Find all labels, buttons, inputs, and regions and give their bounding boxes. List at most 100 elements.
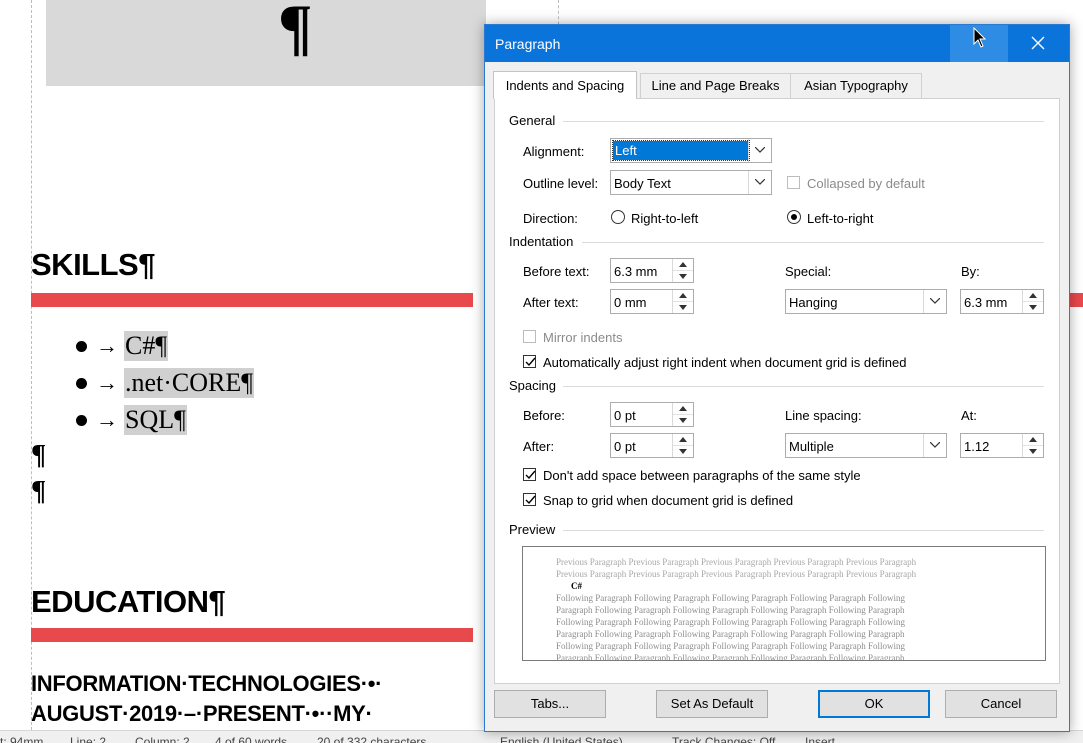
snap-to-grid-label: Snap to grid when document grid is defin… — [543, 493, 794, 508]
close-button[interactable] — [1008, 25, 1069, 62]
chevron-down-icon[interactable] — [923, 434, 946, 457]
mirror-indents-label: Mirror indents — [543, 330, 623, 345]
rule-overflow — [1068, 293, 1083, 307]
paragraph-preview: Previous Paragraph Previous Paragraph Pr… — [522, 546, 1046, 661]
spin-down-icon[interactable] — [673, 415, 693, 426]
right-to-left-label: Right-to-left — [631, 211, 699, 226]
header-block: ¶ — [46, 0, 486, 86]
dialog-titlebar[interactable]: Paragraph — [485, 25, 1069, 62]
collapsed-label: Collapsed by default — [807, 176, 925, 191]
set-as-default-button[interactable]: Set As Default — [656, 690, 768, 718]
indentation-group-label: Indentation — [509, 234, 574, 249]
alignment-dropdown[interactable]: Left — [610, 138, 772, 163]
at-value: 1.12 — [964, 439, 990, 454]
ok-button[interactable]: OK — [818, 690, 930, 718]
tab-arrow-icon: → — [96, 370, 118, 395]
chevron-down-icon[interactable] — [923, 290, 946, 313]
skill-item: → .net·CORE¶ — [76, 366, 255, 400]
chevron-down-icon[interactable] — [748, 171, 771, 194]
spin-up-icon[interactable] — [673, 259, 693, 271]
skill-item: → C#¶ — [76, 329, 169, 363]
preview-previous-line: Previous Paragraph Previous Paragraph Pr… — [556, 569, 917, 579]
by-spinner[interactable]: 6.3 mm — [960, 289, 1044, 314]
tab-indents-and-spacing[interactable]: Indents and Spacing — [493, 71, 637, 99]
spacing-after-spinner[interactable]: 0 pt — [610, 433, 694, 458]
header-pilcrow: ¶ — [278, 0, 313, 62]
empty-paragraph: ¶ — [31, 440, 47, 471]
spin-up-icon[interactable] — [673, 403, 693, 415]
before-text-spinner[interactable]: 6.3 mm — [610, 258, 694, 283]
empty-paragraph: ¶ — [31, 476, 47, 507]
before-text-label: Before text: — [523, 264, 590, 279]
skill-item: → SQL¶ — [76, 403, 187, 437]
outline-level-dropdown[interactable]: Body Text — [610, 170, 772, 195]
collapsed-checkbox[interactable] — [787, 176, 800, 189]
cancel-button[interactable]: Cancel — [945, 690, 1057, 718]
right-to-left-radio[interactable] — [611, 210, 625, 224]
spacing-before-label: Before: — [523, 408, 565, 423]
auto-adjust-checkbox[interactable] — [523, 355, 536, 368]
skill-text: C#¶ — [124, 331, 169, 361]
spin-down-icon[interactable] — [1023, 446, 1043, 457]
spin-down-icon[interactable] — [1023, 302, 1043, 313]
preview-current-text: C# — [571, 581, 582, 591]
spacing-before-spinner[interactable]: 0 pt — [610, 402, 694, 427]
outline-level-label: Outline level: — [523, 176, 599, 191]
left-to-right-radio[interactable] — [787, 210, 801, 224]
preview-previous-line: Previous Paragraph Previous Paragraph Pr… — [556, 557, 917, 567]
spinner-buttons — [672, 403, 693, 426]
spin-up-icon[interactable] — [1023, 434, 1043, 446]
special-dropdown[interactable]: Hanging — [785, 289, 947, 314]
special-label: Special: — [785, 264, 832, 279]
dont-add-space-checkbox[interactable] — [523, 468, 536, 481]
spin-up-icon[interactable] — [1023, 290, 1043, 302]
line-spacing-value: Multiple — [789, 439, 834, 454]
tab-asian-typography[interactable]: Asian Typography — [790, 73, 922, 98]
spin-down-icon[interactable] — [673, 271, 693, 282]
spacing-group-label: Spacing — [509, 378, 556, 393]
before-text-value: 6.3 mm — [614, 264, 658, 279]
preview-following-line: Following Paragraph Following Paragraph … — [556, 641, 905, 651]
preview-following-line: Paragraph Following Paragraph Following … — [556, 653, 905, 661]
chevron-down-icon[interactable] — [748, 139, 771, 162]
group-divider — [563, 530, 1044, 531]
spinner-buttons — [1022, 290, 1043, 313]
group-divider — [582, 242, 1044, 243]
preview-following-line: Paragraph Following Paragraph Following … — [556, 605, 905, 615]
at-label: At: — [961, 408, 977, 423]
spacing-before-value: 0 pt — [614, 408, 636, 423]
mirror-indents-checkbox[interactable] — [523, 330, 536, 343]
skill-text: .net·CORE¶ — [124, 368, 255, 398]
after-text-value: 0 mm — [614, 295, 647, 310]
left-to-right-label: Left-to-right — [807, 211, 874, 226]
tab-arrow-icon: → — [96, 407, 118, 432]
line-spacing-label: Line spacing: — [785, 408, 862, 423]
spin-down-icon[interactable] — [673, 446, 693, 457]
auto-adjust-label: Automatically adjust right indent when d… — [543, 355, 907, 370]
spinner-buttons — [1022, 434, 1043, 457]
spin-down-icon[interactable] — [673, 302, 693, 313]
skill-text: SQL¶ — [124, 405, 187, 435]
spinner-buttons — [672, 259, 693, 282]
by-value: 6.3 mm — [964, 295, 1008, 310]
by-label: By: — [961, 264, 980, 279]
bullet-icon — [76, 377, 87, 389]
alignment-value: Left — [612, 140, 750, 161]
after-text-spinner[interactable]: 0 mm — [610, 289, 694, 314]
snap-to-grid-checkbox[interactable] — [523, 493, 536, 506]
tabs-button[interactable]: Tabs... — [494, 690, 606, 718]
spinner-buttons — [672, 290, 693, 313]
line-spacing-dropdown[interactable]: Multiple — [785, 433, 947, 458]
special-value: Hanging — [789, 295, 838, 310]
at-spinner[interactable]: 1.12 — [960, 433, 1044, 458]
spin-up-icon[interactable] — [673, 290, 693, 302]
education-line: AUGUST·2019·–·PRESENT·•··MY· — [31, 701, 373, 726]
spin-up-icon[interactable] — [673, 434, 693, 446]
group-divider — [563, 386, 1044, 387]
tab-line-and-page-breaks[interactable]: Line and Page Breaks — [640, 73, 791, 98]
education-heading: EDUCATION¶ — [31, 584, 226, 619]
preview-following-line: Paragraph Following Paragraph Following … — [556, 629, 905, 639]
checkmark-icon — [525, 495, 536, 505]
after-text-label: After text: — [523, 295, 579, 310]
dont-add-space-label: Don't add space between paragraphs of th… — [543, 468, 861, 483]
